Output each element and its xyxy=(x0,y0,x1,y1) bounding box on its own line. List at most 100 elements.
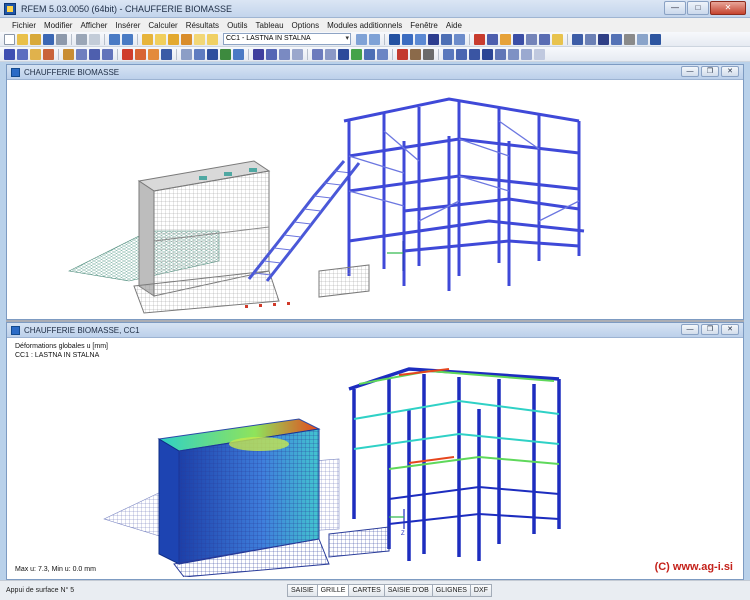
model-window-restore-button[interactable]: ❐ xyxy=(701,66,719,77)
open-folder-icon[interactable] xyxy=(30,33,41,45)
menu-tableau[interactable]: Tableau xyxy=(256,21,284,30)
menu-calculer[interactable]: Calculer xyxy=(148,21,177,30)
view-z-icon[interactable] xyxy=(469,48,480,60)
dimension-icon[interactable] xyxy=(220,48,231,60)
iso-view-icon[interactable] xyxy=(482,48,493,60)
move-icon[interactable] xyxy=(325,48,336,60)
member-icon[interactable] xyxy=(76,48,87,60)
connect-icon[interactable] xyxy=(377,48,388,60)
menu-fichier[interactable]: Fichier xyxy=(12,21,36,30)
structure-model-3d[interactable] xyxy=(9,81,741,317)
copy-tool-icon[interactable] xyxy=(312,48,323,60)
menu-options[interactable]: Options xyxy=(292,21,320,30)
help-icon[interactable] xyxy=(650,33,661,45)
support-icon[interactable] xyxy=(89,48,100,60)
polyline-icon[interactable] xyxy=(43,48,54,60)
surface-load-icon[interactable] xyxy=(148,48,159,60)
model-window-close-button[interactable]: ✕ xyxy=(721,66,739,77)
smooth-icon[interactable] xyxy=(454,33,465,45)
rotate-icon[interactable] xyxy=(598,33,609,45)
display-icon[interactable] xyxy=(521,48,532,60)
menu-inserer[interactable]: Insérer xyxy=(115,21,140,30)
status-tab-saisie[interactable]: SAISIE xyxy=(287,584,318,597)
minimize-button[interactable]: — xyxy=(664,1,686,15)
maximize-button[interactable]: □ xyxy=(687,1,709,15)
search-icon[interactable] xyxy=(155,33,166,45)
status-tab-grille[interactable]: GRILLE xyxy=(316,584,350,597)
open-file-icon[interactable] xyxy=(17,33,28,45)
axis-icon[interactable] xyxy=(266,48,277,60)
results-window-minimize-button[interactable]: — xyxy=(681,324,699,335)
view-3d-icon[interactable] xyxy=(487,33,498,45)
surface-tool-icon[interactable] xyxy=(63,48,74,60)
solid-tool-icon[interactable] xyxy=(194,48,205,60)
pan-icon[interactable] xyxy=(611,33,622,45)
menu-modules-additionnels[interactable]: Modules additionnels xyxy=(327,21,402,30)
node-icon[interactable] xyxy=(4,48,15,60)
load-icon[interactable] xyxy=(122,48,133,60)
menu-outils[interactable]: Outils xyxy=(227,21,247,30)
menu-aide[interactable]: Aide xyxy=(446,21,462,30)
view-x-icon[interactable] xyxy=(443,48,454,60)
save-icon[interactable] xyxy=(43,33,54,45)
model-viewport[interactable] xyxy=(9,81,741,317)
new-file-icon[interactable] xyxy=(4,33,15,45)
load-case-select[interactable]: CC1 - LASTNA IN STALNA xyxy=(223,33,351,45)
results-icon[interactable] xyxy=(181,33,192,45)
table-icon[interactable] xyxy=(194,33,205,45)
measure-icon[interactable] xyxy=(253,48,264,60)
section-icon[interactable] xyxy=(441,33,452,45)
zoom-window-icon[interactable] xyxy=(508,48,519,60)
report-icon[interactable] xyxy=(207,33,218,45)
layer-icon[interactable] xyxy=(423,48,434,60)
menu-modifier[interactable]: Modifier xyxy=(44,21,72,30)
edit-icon[interactable] xyxy=(142,33,153,45)
render-icon[interactable] xyxy=(500,33,511,45)
cut-icon[interactable] xyxy=(76,33,87,45)
menu-resultats[interactable]: Résultats xyxy=(186,21,219,30)
status-tab-saisie-ob[interactable]: SAISIE D'OB xyxy=(383,584,433,597)
zoom-all-icon[interactable] xyxy=(495,48,506,60)
snap-icon[interactable] xyxy=(161,48,172,60)
divide-icon[interactable] xyxy=(364,48,375,60)
solid-icon[interactable] xyxy=(513,33,524,45)
grid-icon[interactable] xyxy=(637,33,648,45)
hinge-icon[interactable] xyxy=(102,48,113,60)
deformation-plot-3d[interactable]: Z xyxy=(9,339,741,577)
results-viewport[interactable]: Z Déformations globales u [mm] CC1 : LAS… xyxy=(9,339,741,577)
light-icon[interactable] xyxy=(552,33,563,45)
results-window-restore-button[interactable]: ❐ xyxy=(701,324,719,335)
mirror-icon[interactable] xyxy=(338,48,349,60)
line-load-icon[interactable] xyxy=(135,48,146,60)
redo-icon[interactable] xyxy=(122,33,133,45)
animation-icon[interactable] xyxy=(428,33,439,45)
status-tab-dxf[interactable]: DXF xyxy=(469,584,492,597)
mesh-icon[interactable] xyxy=(207,48,218,60)
line-icon[interactable] xyxy=(17,48,28,60)
undo-icon[interactable] xyxy=(109,33,120,45)
coordinate-icon[interactable] xyxy=(292,48,303,60)
next-load-case-icon[interactable] xyxy=(369,33,380,45)
surface-icon[interactable] xyxy=(539,33,550,45)
opening-icon[interactable] xyxy=(181,48,192,60)
guideline-icon[interactable] xyxy=(279,48,290,60)
filter-icon[interactable] xyxy=(572,33,583,45)
copy-icon[interactable] xyxy=(89,33,100,45)
numbering-icon[interactable] xyxy=(534,48,545,60)
calculate-icon[interactable] xyxy=(168,33,179,45)
comment-icon[interactable] xyxy=(233,48,244,60)
zoom-icon[interactable] xyxy=(585,33,596,45)
arc-icon[interactable] xyxy=(30,48,41,60)
color-scale-icon[interactable] xyxy=(474,33,485,45)
scale-icon[interactable] xyxy=(351,48,362,60)
show-results-icon[interactable] xyxy=(389,33,400,45)
section-tool-icon[interactable] xyxy=(397,48,408,60)
visibility-icon[interactable] xyxy=(624,33,635,45)
print-icon[interactable] xyxy=(56,33,67,45)
status-tab-cartes[interactable]: CARTES xyxy=(348,584,385,597)
deformation-icon[interactable] xyxy=(402,33,413,45)
close-button[interactable]: ✕ xyxy=(710,1,746,15)
model-window-minimize-button[interactable]: — xyxy=(681,66,699,77)
previous-load-case-icon[interactable] xyxy=(356,33,367,45)
values-icon[interactable] xyxy=(415,33,426,45)
